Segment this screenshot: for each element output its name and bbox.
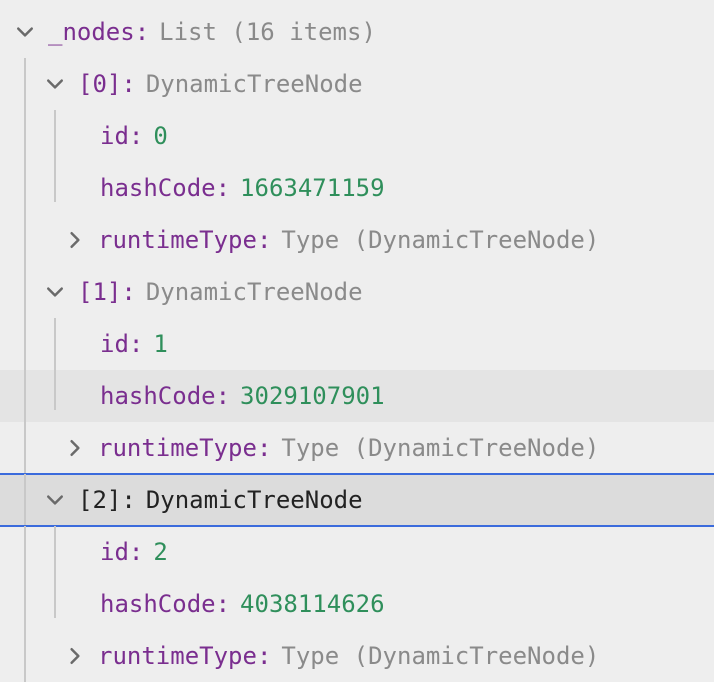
index-type: DynamicTreeNode [146,278,363,306]
root-type: List (16 items) [159,18,376,46]
chevron-right-icon[interactable] [60,630,90,682]
field-key: hashCode [100,590,216,618]
tree-row-index[interactable]: [2]: DynamicTreeNode [0,474,714,526]
tree-row-index[interactable]: [1]: DynamicTreeNode [0,266,714,318]
field-key: id [100,538,129,566]
tree-row-runtime-type[interactable]: runtimeType: Type (DynamicTreeNode) [0,422,714,474]
tree-row-field[interactable]: id: 2 [0,526,714,578]
index-key: [2] [78,486,121,514]
tree-row-runtime-type[interactable]: runtimeType: Type (DynamicTreeNode) [0,630,714,682]
field-key: id [100,122,129,150]
field-value: 1 [153,330,167,358]
field-key: runtimeType [98,226,257,254]
tree-row-field[interactable]: hashCode: 3029107901 [0,370,714,422]
field-key: runtimeType [98,434,257,462]
field-value: 0 [153,122,167,150]
field-key: runtimeType [98,642,257,670]
index-type: DynamicTreeNode [146,486,363,514]
chevron-down-icon[interactable] [10,6,40,58]
tree-row-root[interactable]: _nodes: List (16 items) [0,6,714,58]
tree-row-field[interactable]: id: 1 [0,318,714,370]
field-key: id [100,330,129,358]
field-value: Type (DynamicTreeNode) [281,434,599,462]
tree-row-field[interactable]: id: 0 [0,110,714,162]
chevron-right-icon[interactable] [60,214,90,266]
field-key: hashCode [100,174,216,202]
field-value: 3029107901 [240,382,385,410]
tree-row-field[interactable]: hashCode: 1663471159 [0,162,714,214]
tree-row-field[interactable]: hashCode: 4038114626 [0,578,714,630]
field-value: 4038114626 [240,590,385,618]
field-key: hashCode [100,382,216,410]
index-key: [1] [78,278,121,306]
tree-row-index[interactable]: [0]: DynamicTreeNode [0,58,714,110]
field-value: Type (DynamicTreeNode) [281,226,599,254]
field-value: Type (DynamicTreeNode) [281,642,599,670]
field-value: 2 [153,538,167,566]
tree-row-runtime-type[interactable]: runtimeType: Type (DynamicTreeNode) [0,214,714,266]
field-value: 1663471159 [240,174,385,202]
chevron-down-icon[interactable] [40,266,70,318]
debug-tree: _nodes: List (16 items) [0]: DynamicTree… [0,0,714,682]
chevron-down-icon[interactable] [40,474,70,526]
chevron-right-icon[interactable] [60,422,90,474]
chevron-down-icon[interactable] [40,58,70,110]
index-key: [0] [78,70,121,98]
root-key: _nodes [48,18,135,46]
index-type: DynamicTreeNode [146,70,363,98]
